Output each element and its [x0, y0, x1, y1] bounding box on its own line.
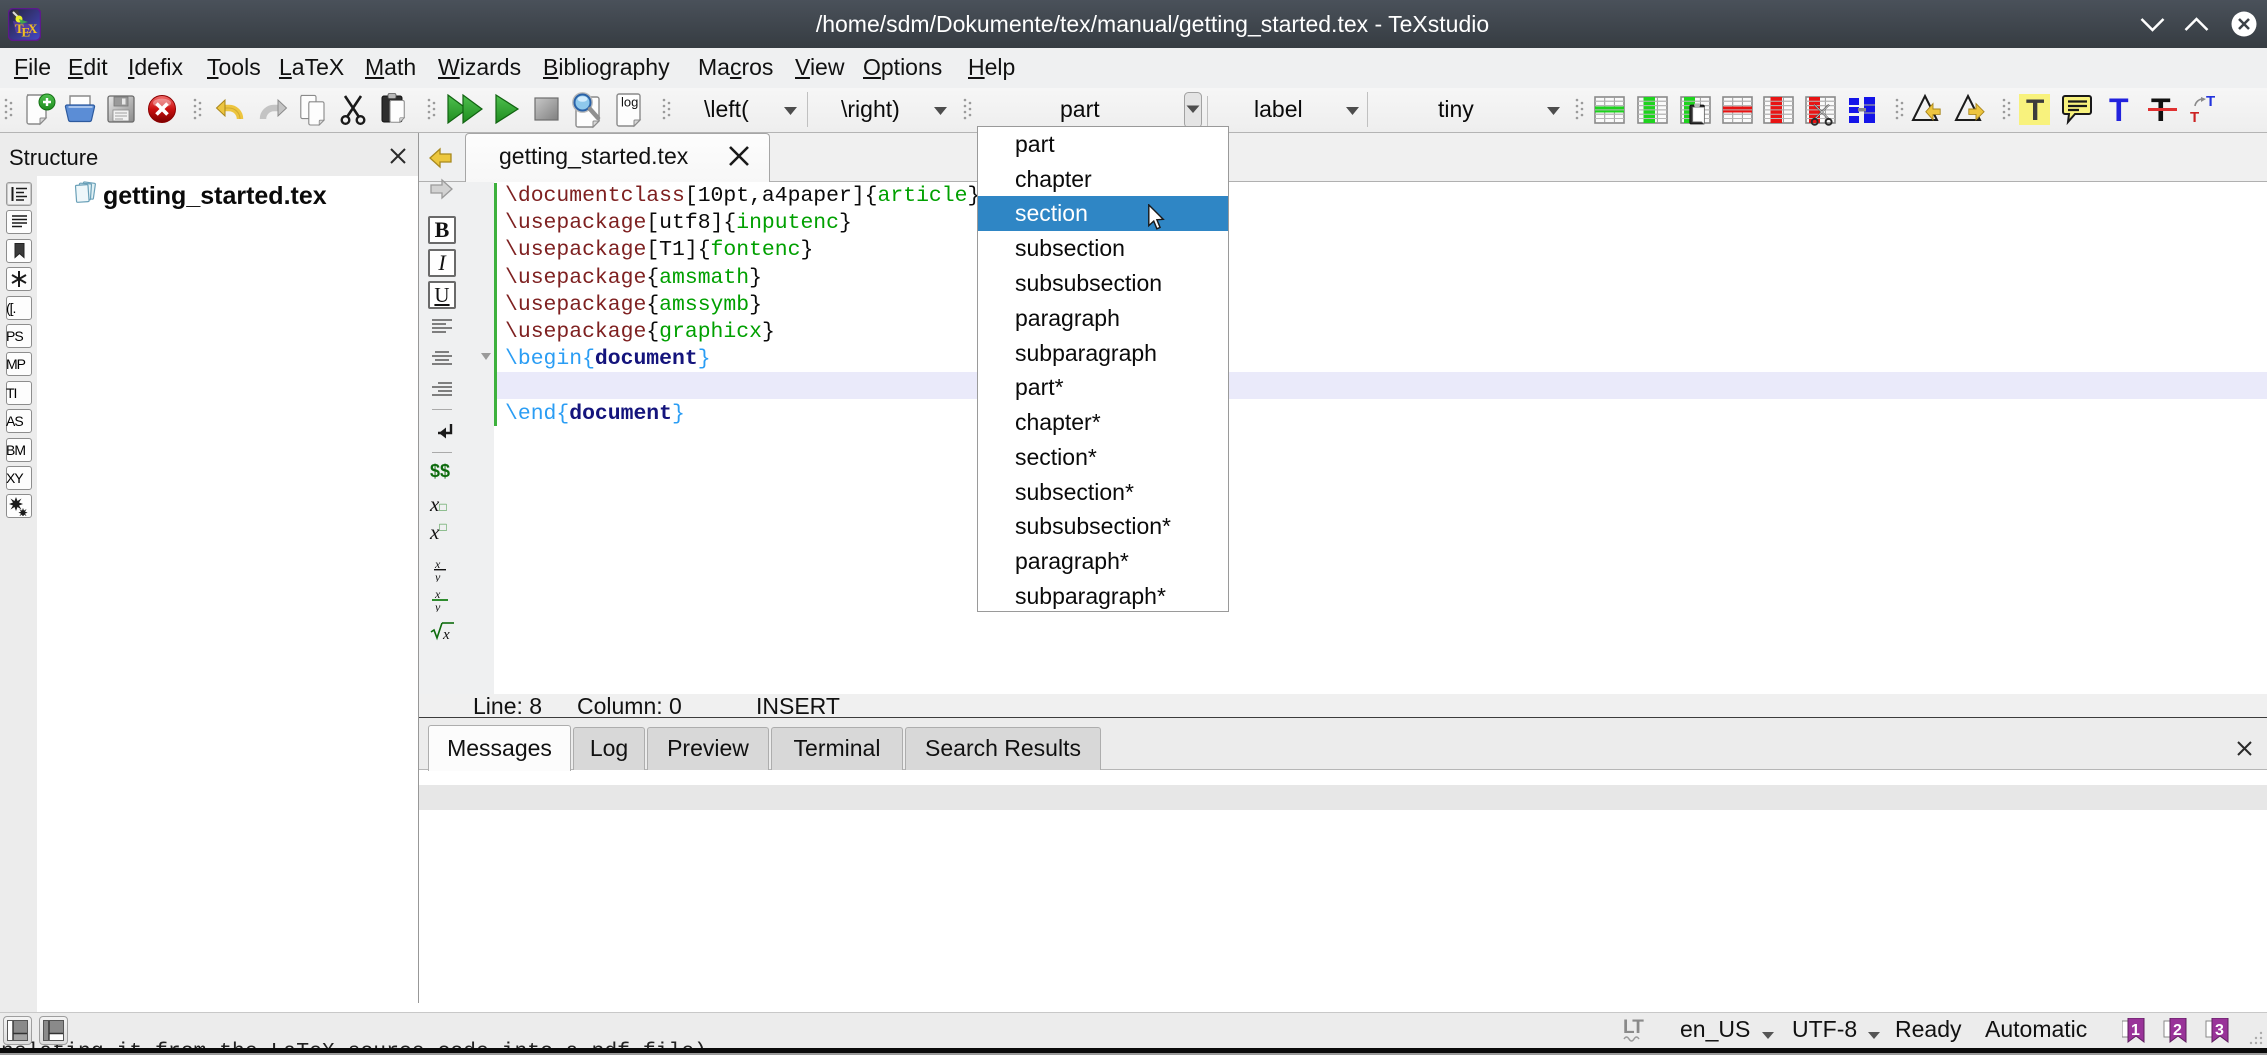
- svg-text:x: x: [442, 627, 450, 642]
- svg-text:3: 3: [2215, 1022, 2224, 1039]
- svg-text:T: T: [2206, 93, 2215, 110]
- svg-text:y: y: [434, 600, 441, 612]
- svg-text:label: label: [1254, 96, 1303, 122]
- svg-text:part: part: [1060, 96, 1100, 122]
- svg-text:2: 2: [2173, 1022, 2182, 1039]
- svg-text:LT: LT: [1623, 1017, 1644, 1038]
- svg-text:T: T: [2026, 94, 2044, 127]
- svg-text:\right): \right): [841, 96, 900, 122]
- svg-text:T: T: [2190, 109, 2199, 126]
- svg-text:1: 1: [2131, 1022, 2140, 1039]
- svg-text:X: X: [28, 21, 38, 36]
- svg-text:T: T: [2109, 92, 2129, 128]
- svg-text:log: log: [621, 95, 638, 110]
- svg-text:tiny: tiny: [1438, 96, 1474, 122]
- svg-text:\left(: \left(: [704, 96, 749, 122]
- svg-text:y: y: [434, 570, 441, 582]
